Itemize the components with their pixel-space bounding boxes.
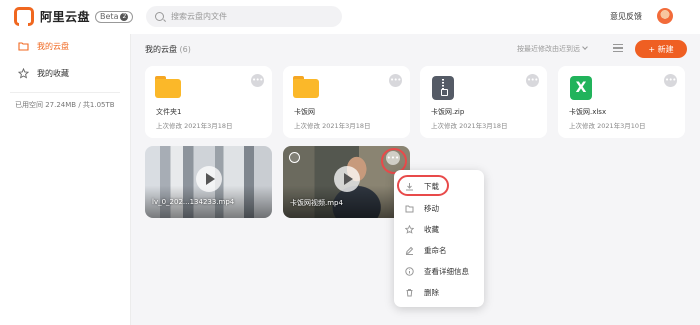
star-icon — [17, 67, 29, 79]
rename-icon — [405, 246, 414, 255]
delete-icon — [405, 288, 414, 297]
logo-icon — [14, 7, 34, 26]
video-card[interactable]: lv_0_202...134233.mp4 — [145, 146, 272, 218]
sidebar-item-label: 我的收藏 — [37, 68, 69, 78]
file-modified: 上次修改 2021年3月18日 — [294, 122, 371, 130]
file-modified: 上次修改 2021年3月10日 — [569, 122, 646, 130]
more-options-icon[interactable]: ••• — [389, 74, 402, 87]
breadcrumb: 我的云盘 (6) — [145, 44, 191, 55]
top-bar: 阿里云盘 Beta 2 意见反馈 — [0, 0, 700, 34]
folder-icon — [17, 40, 29, 52]
file-card[interactable]: ••• 文件夹1 上次修改 2021年3月18日 — [145, 66, 272, 138]
search-input[interactable] — [171, 12, 331, 21]
file-card[interactable]: X ••• 卡饭网.xlsx 上次修改 2021年3月10日 — [558, 66, 685, 138]
download-highlight — [397, 175, 449, 196]
storage-usage: 已用空间 27.24MB / 共1.05TB — [15, 101, 115, 109]
app-window: 阿里云盘 Beta 2 意见反馈 我的云盘 我的收藏 已用空间 27. — [0, 0, 700, 325]
sort-dropdown[interactable]: 按最近修改由近到远 — [517, 44, 588, 54]
play-icon[interactable] — [195, 166, 222, 192]
more-options-icon[interactable]: ••• — [526, 74, 539, 87]
file-name: 文件夹1 — [156, 108, 182, 116]
video-name: 卡饭网视频.mp4 — [290, 199, 343, 207]
sidebar: 我的云盘 我的收藏 已用空间 27.24MB / 共1.05TB — [0, 34, 131, 325]
search-bar[interactable] — [146, 6, 342, 27]
menu-item-label: 查看详细信息 — [424, 267, 469, 276]
file-card[interactable]: ••• 卡饭网.zip 上次修改 2021年3月18日 — [420, 66, 547, 138]
video-name: lv_0_202...134233.mp4 — [152, 198, 235, 206]
menu-item-label: 移动 — [424, 204, 439, 213]
new-button[interactable]: + 新建 — [635, 40, 687, 58]
beta-count: 2 — [120, 12, 129, 21]
folder-icon — [293, 76, 319, 100]
move-icon — [405, 204, 414, 213]
file-name: 卡饭网 — [294, 108, 315, 116]
zip-icon — [430, 76, 456, 100]
sort-label: 按最近修改由近到远 — [517, 45, 580, 53]
sidebar-item-favorites[interactable]: 我的收藏 — [0, 61, 131, 85]
list-view-icon[interactable] — [613, 44, 623, 53]
menu-item-details[interactable]: 查看详细信息 — [394, 261, 484, 282]
menu-item-label: 收藏 — [424, 225, 439, 234]
info-icon — [405, 267, 414, 276]
more-options-icon[interactable]: ••• — [664, 74, 677, 87]
menu-item-label: 删除 — [424, 288, 439, 297]
file-card[interactable]: ••• 卡饭网 上次修改 2021年3月18日 — [283, 66, 410, 138]
excel-icon: X — [568, 76, 594, 100]
logo-text: 阿里云盘 — [40, 10, 91, 24]
file-modified: 上次修改 2021年3月18日 — [431, 122, 508, 130]
menu-item-rename[interactable]: 重命名 — [394, 240, 484, 261]
file-modified: 上次修改 2021年3月18日 — [156, 122, 233, 130]
sidebar-divider — [10, 92, 120, 93]
select-checkbox[interactable] — [289, 152, 300, 163]
more-options-icon[interactable]: ••• — [251, 74, 264, 87]
file-name: 卡饭网.xlsx — [569, 108, 607, 116]
menu-item-label: 重命名 — [424, 246, 447, 255]
item-count: (6) — [179, 45, 191, 54]
feedback-link[interactable]: 意见反馈 — [610, 11, 642, 22]
file-name: 卡饭网.zip — [431, 108, 465, 116]
app-logo[interactable]: 阿里云盘 Beta 2 — [14, 7, 134, 26]
breadcrumb-title: 我的云盘 — [145, 45, 177, 54]
star-icon — [405, 225, 414, 234]
avatar[interactable] — [657, 8, 673, 24]
menu-item-favorite[interactable]: 收藏 — [394, 219, 484, 240]
menu-item-delete[interactable]: 删除 — [394, 282, 484, 303]
menu-item-move[interactable]: 移动 — [394, 198, 484, 219]
beta-badge: Beta 2 — [95, 10, 134, 23]
chevron-down-icon — [582, 44, 588, 50]
sidebar-item-my-drive[interactable]: 我的云盘 — [0, 34, 131, 58]
beta-label: Beta — [100, 11, 119, 21]
play-icon[interactable] — [333, 166, 360, 192]
sidebar-item-label: 我的云盘 — [37, 41, 69, 51]
search-icon — [155, 12, 164, 21]
folder-icon — [155, 76, 181, 100]
